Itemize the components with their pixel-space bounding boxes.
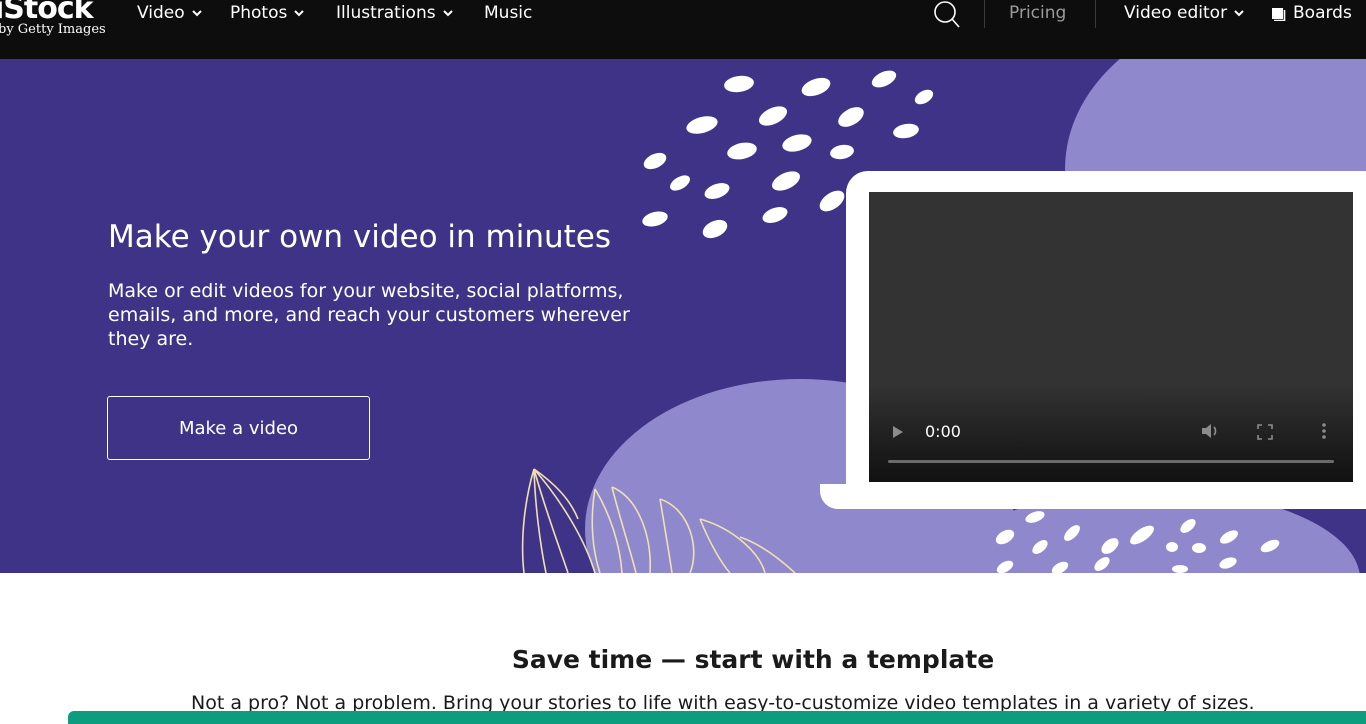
- nav-item-label: Illustrations: [336, 3, 436, 23]
- hero-title: Make your own video in minutes: [108, 219, 612, 255]
- chevron-down-icon: [191, 10, 202, 17]
- play-icon[interactable]: [891, 424, 905, 440]
- nav-item-video[interactable]: Video: [137, 2, 203, 24]
- nav-item-pricing[interactable]: Pricing: [1009, 2, 1066, 24]
- boards-icon: [1272, 8, 1286, 21]
- logo-tagline: by Getty Images: [0, 22, 106, 37]
- nav-item-label: Boards: [1293, 3, 1352, 23]
- hero-description: Make or edit videos for your website, so…: [108, 280, 630, 350]
- more-options-icon[interactable]: [1317, 420, 1331, 442]
- site-logo[interactable]: iStock by Getty Images: [0, 0, 114, 40]
- nav-item-video-editor[interactable]: Video editor: [1124, 2, 1245, 24]
- nav-divider: [1095, 0, 1096, 28]
- search-button[interactable]: [931, 0, 963, 30]
- cookie-banner[interactable]: [68, 711, 1366, 724]
- video-current-time: 0:00: [925, 422, 961, 441]
- nav-item-label: Photos: [230, 3, 288, 23]
- nav-item-photos[interactable]: Photos: [230, 2, 305, 24]
- nav-divider: [984, 0, 985, 28]
- chevron-down-icon: [442, 10, 453, 17]
- templates-section-title: Save time — start with a template: [511, 645, 995, 674]
- nav-item-label: Video: [137, 3, 185, 23]
- nav-item-label: Video editor: [1124, 3, 1228, 23]
- chevron-down-icon: [1234, 10, 1244, 17]
- nav-item-music[interactable]: Music: [484, 2, 532, 24]
- video-device-frame: 0:00: [820, 171, 1366, 509]
- volume-icon[interactable]: [1199, 421, 1223, 441]
- video-progress-bar[interactable]: [888, 460, 1334, 463]
- hero-banner: Make your own video in minutes Make or e…: [0, 59, 1366, 573]
- fullscreen-icon[interactable]: [1256, 423, 1274, 441]
- nav-item-illustrations[interactable]: Illustrations: [336, 2, 454, 24]
- top-navigation: iStock by Getty Images Video Photos Illu…: [0, 0, 1366, 59]
- device-base: [820, 484, 1366, 509]
- chevron-down-icon: [294, 10, 305, 17]
- make-video-button[interactable]: Make a video: [107, 396, 370, 460]
- nav-item-label: Music: [484, 3, 533, 23]
- search-icon: [934, 1, 960, 28]
- logo-wordmark: iStock: [0, 0, 94, 26]
- video-player[interactable]: 0:00: [869, 192, 1353, 482]
- nav-item-boards[interactable]: Boards: [1271, 2, 1352, 24]
- nav-item-label: Pricing: [1009, 3, 1067, 23]
